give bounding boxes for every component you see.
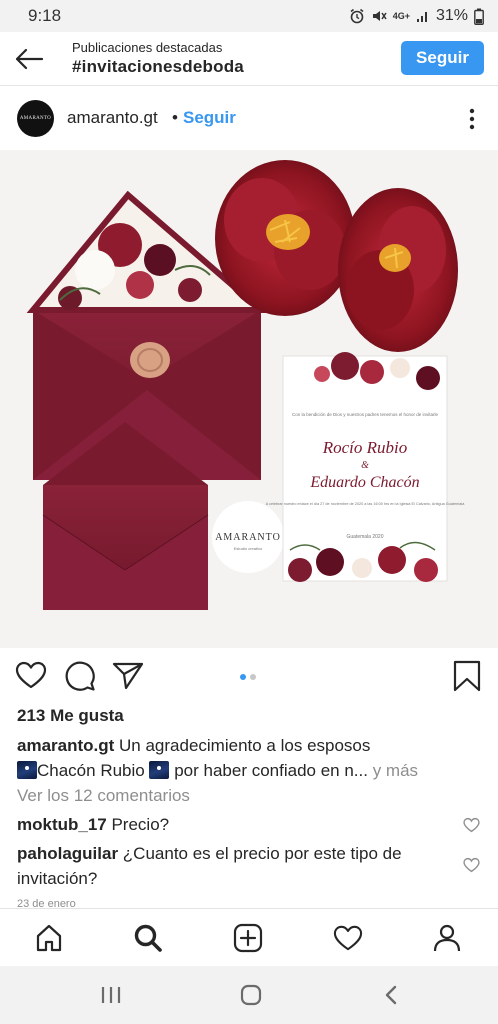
comment-username[interactable]: moktub_17 <box>17 815 107 834</box>
bookmark-icon[interactable] <box>451 660 483 692</box>
share-icon[interactable] <box>112 660 144 692</box>
caption-text-1: Un agradecimiento a los esposos <box>114 736 371 755</box>
alarm-icon <box>349 8 365 24</box>
post-date: 23 de enero <box>17 898 76 908</box>
status-time: 9:18 <box>28 6 62 25</box>
caption-more-link[interactable]: y más <box>368 761 418 780</box>
comment-username[interactable]: paholaguilar <box>17 844 118 863</box>
bottom-nav <box>0 908 498 966</box>
back-nav-icon[interactable] <box>376 982 406 1008</box>
home-icon[interactable] <box>32 921 66 955</box>
post-header: AMARANTO amaranto.gt • Seguir <box>0 88 498 150</box>
battery-icon <box>474 8 484 25</box>
follow-hashtag-button[interactable]: Seguir <box>401 41 484 75</box>
status-bar: 9:18 4G+ 31% <box>0 0 498 32</box>
comment-text: Precio? <box>106 815 170 834</box>
heart-icon[interactable] <box>15 660 47 692</box>
carousel-dot <box>250 674 256 680</box>
post-username[interactable]: amaranto.gt <box>67 108 158 128</box>
view-comments-link[interactable]: Ver los 12 comentarios <box>17 786 190 806</box>
avatar[interactable]: AMARANTO <box>17 100 54 137</box>
brand-sticker-text: AMARANTO <box>215 532 281 543</box>
avatar-logo-text: AMARANTO <box>19 116 52 121</box>
signal-icon <box>416 9 430 23</box>
carousel-indicator <box>240 674 256 680</box>
back-button[interactable] <box>0 32 58 86</box>
card-details: A celebrar nuestro enlace el día 27 de n… <box>266 502 466 506</box>
brand-sticker: AMARANTO Estudio creativo <box>212 501 284 573</box>
home-button-icon[interactable] <box>236 982 266 1008</box>
activity-heart-icon[interactable] <box>331 921 365 955</box>
caption-text-3: por haber confiado en n... <box>169 761 368 780</box>
post-caption: amaranto.gt Un agradecimiento a los espo… <box>17 733 477 783</box>
new-post-icon[interactable] <box>231 921 265 955</box>
post-actions <box>0 650 498 702</box>
card-footer: Guatemala 2020 <box>347 534 384 540</box>
carousel-dot-active <box>240 674 246 680</box>
recent-apps-icon[interactable] <box>96 982 126 1008</box>
card-ampersand: & <box>361 460 369 471</box>
milky-way-emoji-icon <box>17 761 37 779</box>
post-image[interactable]: AMARANTO Estudio creativo Con la bendici… <box>0 150 498 648</box>
comment-item: moktub_17 Precio? <box>17 812 447 837</box>
milky-way-emoji-icon-2 <box>149 761 170 779</box>
comment-like-icon[interactable] <box>463 857 480 873</box>
system-nav <box>0 966 498 1024</box>
search-icon[interactable] <box>131 921 165 955</box>
caption-username[interactable]: amaranto.gt <box>17 736 114 755</box>
network-type: 4G+ <box>392 10 410 21</box>
header-title: #invitacionesdeboda <box>72 56 244 76</box>
status-icons: 4G+ 31% <box>349 7 484 25</box>
battery-text: 31% <box>435 7 468 24</box>
arrow-left-icon <box>15 48 44 69</box>
profile-icon[interactable] <box>430 921 464 955</box>
comment-icon[interactable] <box>64 660 96 692</box>
header-subtitle: Publicaciones destacadas <box>72 39 223 55</box>
invitation-card: Con la bendición de Dios y nuestros padr… <box>266 352 466 582</box>
caption-text-2: Chacón Rubio <box>37 761 145 780</box>
invitation-photo: AMARANTO Estudio creativo Con la bendici… <box>0 150 498 648</box>
post-follow-link[interactable]: Seguir <box>183 108 236 128</box>
card-name-1: Rocío Rubio <box>322 438 408 457</box>
likes-count[interactable]: 213 Me gusta <box>17 706 124 726</box>
comment-like-icon[interactable] <box>463 817 480 833</box>
card-intro: Con la bendición de Dios y nuestros padr… <box>292 412 439 417</box>
comment-item: paholaguilar ¿Cuanto es el precio por es… <box>17 841 447 891</box>
header-titles: Publicaciones destacadas #invitacionesde… <box>72 40 244 78</box>
more-options-icon[interactable] <box>468 108 476 130</box>
card-name-2: Eduardo Chacón <box>309 474 419 491</box>
username-separator: • <box>172 108 178 127</box>
brand-sticker-sub: Estudio creativo <box>234 546 263 551</box>
mute-icon <box>371 8 387 24</box>
top-header: Publicaciones destacadas #invitacionesde… <box>0 32 498 86</box>
